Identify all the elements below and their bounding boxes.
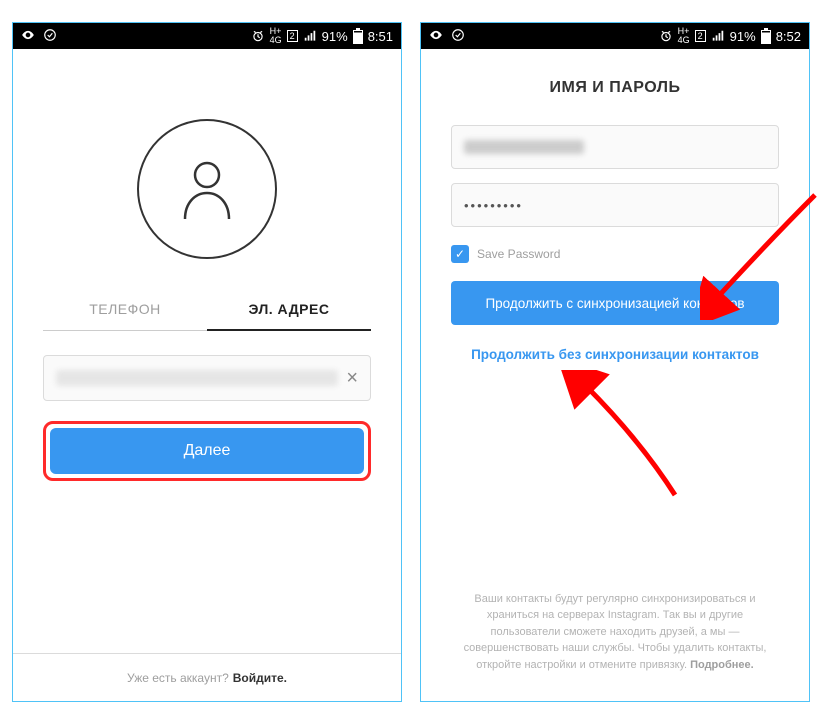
status-bar: H+4G 2 91% 8:51 bbox=[13, 23, 401, 49]
sync-icon bbox=[451, 28, 465, 45]
avatar-placeholder bbox=[43, 119, 371, 259]
highlight-frame: Далее bbox=[43, 421, 371, 481]
sync-icon bbox=[43, 28, 57, 45]
battery-icon bbox=[761, 28, 771, 44]
signal-icon bbox=[303, 29, 317, 43]
login-link[interactable]: Войдите. bbox=[233, 671, 287, 685]
eye-icon bbox=[429, 28, 443, 45]
sim2-icon: 2 bbox=[287, 30, 298, 42]
login-prompt: Уже есть аккаунт? bbox=[127, 671, 229, 685]
clear-icon[interactable]: × bbox=[346, 367, 358, 390]
tab-phone[interactable]: ТЕЛЕФОН bbox=[43, 289, 207, 331]
page-title: ИМЯ И ПАРОЛЬ bbox=[451, 79, 779, 97]
contacts-disclaimer: Ваши контакты будут регулярно синхронизи… bbox=[451, 591, 779, 702]
network-type-icon: H+4G bbox=[678, 27, 690, 45]
clock: 8:52 bbox=[776, 29, 801, 44]
clock: 8:51 bbox=[368, 29, 393, 44]
email-field[interactable]: × bbox=[43, 355, 371, 401]
login-footer: Уже есть аккаунт? Войдите. bbox=[13, 653, 401, 701]
status-bar: H+4G 2 91% 8:52 bbox=[421, 23, 809, 49]
name-field[interactable] bbox=[451, 125, 779, 169]
signal-icon bbox=[711, 29, 725, 43]
email-value-redacted bbox=[56, 370, 338, 386]
alarm-icon bbox=[659, 29, 673, 43]
learn-more-link[interactable]: Подробнее. bbox=[690, 659, 754, 671]
save-password-row[interactable]: ✓ Save Password bbox=[451, 245, 779, 263]
signup-tabs: ТЕЛЕФОН ЭЛ. АДРЕС bbox=[43, 289, 371, 331]
save-password-label: Save Password bbox=[477, 247, 560, 261]
battery-icon bbox=[353, 28, 363, 44]
person-icon bbox=[179, 157, 235, 221]
alarm-icon bbox=[251, 29, 265, 43]
next-button[interactable]: Далее bbox=[50, 428, 364, 474]
phone-screenshot-left: H+4G 2 91% 8:51 ТЕЛЕФОН ЭЛ. АДРЕС bbox=[12, 22, 402, 702]
battery-level: 91% bbox=[322, 29, 348, 44]
checkbox-checked-icon[interactable]: ✓ bbox=[451, 245, 469, 263]
eye-icon bbox=[21, 28, 35, 45]
continue-with-sync-button[interactable]: Продолжить с синхронизацией контактов bbox=[451, 281, 779, 325]
password-mask: ••••••••• bbox=[464, 198, 523, 213]
phone-screenshot-right: H+4G 2 91% 8:52 ИМЯ И ПАРОЛЬ ••••••••• ✓… bbox=[420, 22, 810, 702]
name-value-redacted bbox=[464, 140, 584, 154]
sim2-icon: 2 bbox=[695, 30, 706, 42]
network-type-icon: H+4G bbox=[270, 27, 282, 45]
battery-level: 91% bbox=[730, 29, 756, 44]
password-field[interactable]: ••••••••• bbox=[451, 183, 779, 227]
tab-email[interactable]: ЭЛ. АДРЕС bbox=[207, 289, 371, 331]
continue-without-sync-link[interactable]: Продолжить без синхронизации контактов bbox=[451, 347, 779, 362]
